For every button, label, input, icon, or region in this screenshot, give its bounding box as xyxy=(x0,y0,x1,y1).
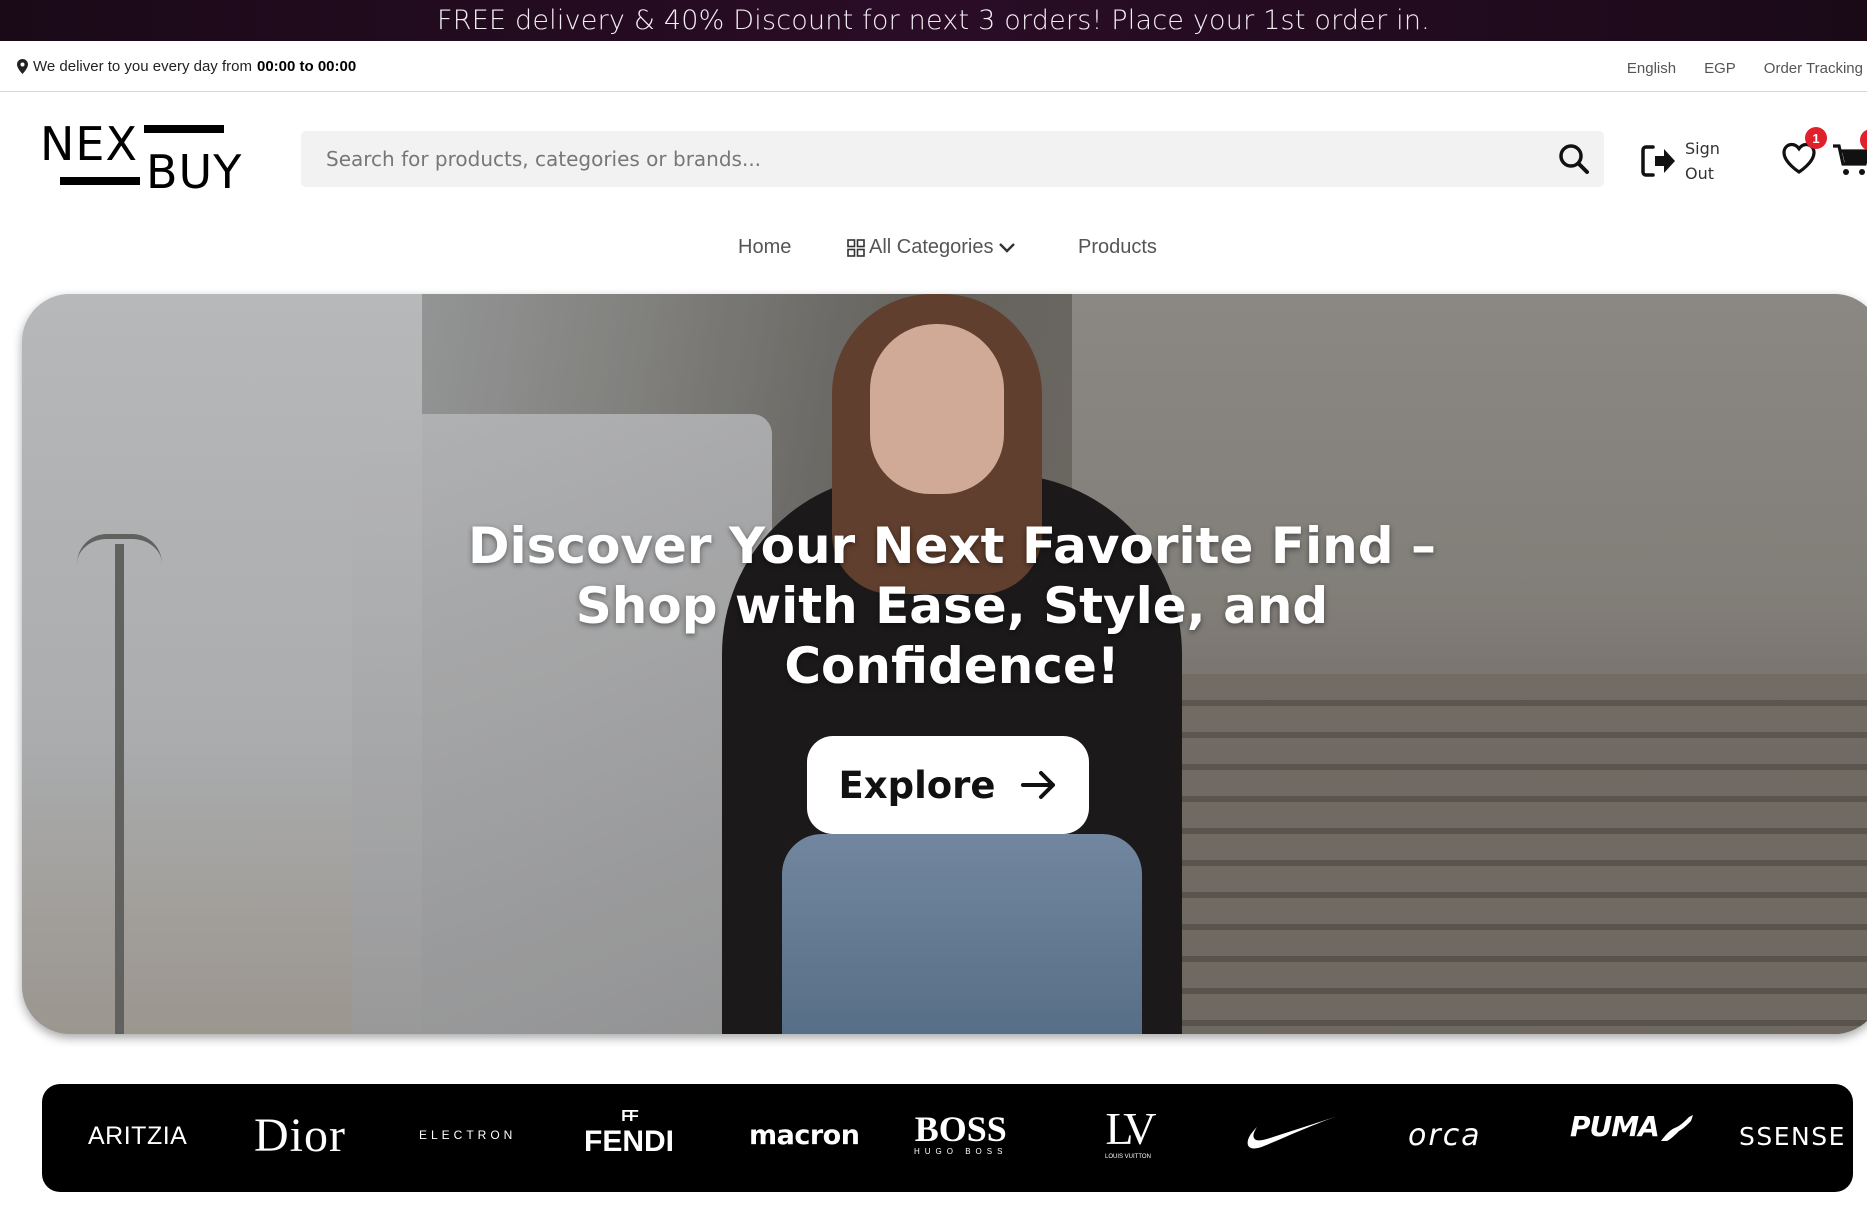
promo-banner: FREE delivery & 40% Discount for next 3 … xyxy=(0,0,1867,41)
brand-fendi[interactable]: FF FENDI xyxy=(584,1108,674,1158)
brand-strip: ARITZIA Dior ELECTRON FF FENDI macron BO… xyxy=(42,1084,1853,1192)
order-tracking-link[interactable]: Order Tracking xyxy=(1764,60,1863,77)
brand-nike[interactable] xyxy=(1244,1114,1340,1156)
top-links: English EGP Order Tracking xyxy=(1627,60,1863,77)
brand-puma-label: PUMA xyxy=(1570,1110,1660,1143)
logo[interactable]: NEX BUY xyxy=(40,121,250,195)
explore-button-label: Explore xyxy=(838,763,996,807)
currency-link[interactable]: EGP xyxy=(1704,60,1736,77)
brand-macron[interactable]: macron xyxy=(749,1120,860,1151)
brand-fendi-label: FENDI xyxy=(584,1125,674,1158)
brand-puma-mark: PUMA xyxy=(1570,1110,1695,1143)
sign-out-label-line2: Out xyxy=(1685,164,1715,183)
info-bar: We deliver to you every day from 00:00 t… xyxy=(0,41,1867,92)
brand-macron-label: macron xyxy=(749,1120,860,1151)
delivery-time: 00:00 to 00:00 xyxy=(256,58,357,75)
brand-electron-label: ELECTRON xyxy=(419,1128,517,1142)
brand-electron[interactable]: ELECTRON xyxy=(419,1128,516,1142)
hero-banner: Discover Your Next Favorite Find – Shop … xyxy=(22,294,1867,1034)
nav-all-categories-label: All Categories xyxy=(869,236,994,258)
nike-swoosh-icon xyxy=(1247,1116,1338,1149)
brand-boss[interactable]: BOSS HUGO BOSS xyxy=(914,1109,1008,1158)
brand-fendi-mark: FF xyxy=(621,1108,638,1125)
wishlist-count-badge: 1 xyxy=(1805,127,1827,149)
brand-aritzia-label: ARITZIA xyxy=(88,1122,188,1150)
logo-text-top: NEX xyxy=(40,117,138,171)
cart-icon xyxy=(1833,144,1867,175)
delivery-text: We deliver to you every day from xyxy=(33,58,252,75)
brand-orca[interactable]: orca xyxy=(1408,1118,1482,1153)
sign-out-icon xyxy=(1641,145,1675,177)
grid-icon xyxy=(847,238,865,257)
brand-boss-label: BOSS xyxy=(914,1109,1007,1149)
nav-products[interactable]: Products xyxy=(1078,236,1157,259)
brand-ssense[interactable]: SSENSE xyxy=(1739,1122,1846,1151)
wishlist-button[interactable]: 1 xyxy=(1781,127,1827,177)
explore-button[interactable]: Explore xyxy=(807,736,1089,834)
arrow-right-icon xyxy=(1020,771,1055,799)
logo-bar-top xyxy=(144,125,224,133)
language-link[interactable]: English xyxy=(1627,60,1676,77)
header: NEX BUY Sign Out 1 2 xyxy=(0,93,1867,228)
search-icon xyxy=(1559,144,1589,174)
nav-all-categories[interactable]: All Categories xyxy=(847,236,1016,259)
brand-puma[interactable]: PUMA xyxy=(1570,1110,1695,1143)
brand-ssense-label: SSENSE xyxy=(1739,1122,1846,1151)
sign-out-button[interactable]: Sign Out xyxy=(1641,136,1725,186)
cart-button[interactable]: 2 xyxy=(1832,129,1867,179)
brand-lv-label: LV xyxy=(1105,1103,1156,1154)
logo-bar-bottom xyxy=(60,177,140,185)
brand-lv-sub: LOUIS VUITTON xyxy=(1105,1154,1151,1160)
search-button[interactable] xyxy=(1544,131,1604,187)
main-nav: Home All Categories Products xyxy=(0,228,1867,268)
location-pin-icon xyxy=(17,59,28,74)
nav-home[interactable]: Home xyxy=(738,236,791,259)
brand-aritzia[interactable]: ARITZIA xyxy=(88,1122,187,1151)
search-bar xyxy=(301,131,1604,187)
sign-out-label-line1: Sign xyxy=(1685,139,1720,158)
chevron-down-icon xyxy=(998,242,1015,253)
hero-title: Discover Your Next Favorite Find – Shop … xyxy=(468,517,1436,695)
puma-cat-icon xyxy=(1660,1115,1693,1141)
search-input[interactable] xyxy=(301,131,1544,187)
brand-dior[interactable]: Dior xyxy=(254,1108,346,1163)
brand-dior-label: Dior xyxy=(254,1109,346,1162)
brand-orca-label: orca xyxy=(1408,1118,1482,1153)
delivery-info: We deliver to you every day from 00:00 t… xyxy=(17,58,356,75)
promo-text: FREE delivery & 40% Discount for next 3 … xyxy=(437,5,1430,36)
brand-boss-sub: HUGO BOSS xyxy=(914,1147,1008,1156)
sign-out-label: Sign Out xyxy=(1685,136,1725,186)
logo-text-bottom: BUY xyxy=(146,145,243,199)
brand-louis-vuitton[interactable]: LV LOUIS VUITTON xyxy=(1105,1103,1157,1162)
